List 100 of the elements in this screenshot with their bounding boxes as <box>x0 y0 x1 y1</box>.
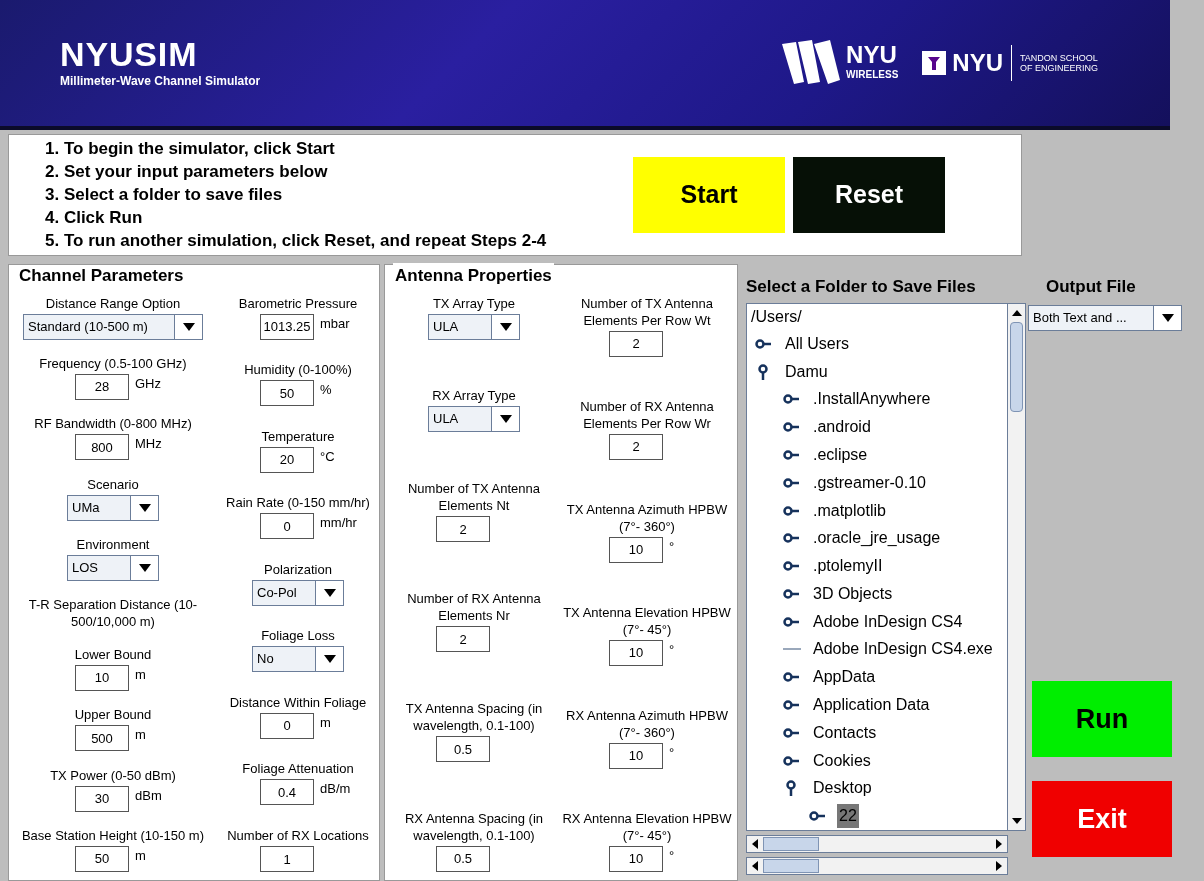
caret-icon <box>138 564 151 572</box>
expanded-node-icon[interactable] <box>755 363 771 380</box>
tree-item[interactable]: All Users <box>783 331 851 356</box>
dropdown[interactable]: Standard (10-500 m) <box>23 313 203 340</box>
tree-item[interactable]: Cookies <box>811 748 873 773</box>
number-field[interactable]: 1013.25 <box>260 313 314 340</box>
logo-name: NYU <box>846 43 898 68</box>
number-field[interactable]: 2 <box>609 433 663 460</box>
tree-item[interactable]: .android <box>811 415 873 440</box>
field-label: Foliage Attenuation <box>241 760 355 778</box>
vertical-scrollbar[interactable] <box>1007 304 1025 830</box>
unit-label: ° <box>669 537 676 556</box>
tree-root[interactable]: /Users/ <box>751 304 1007 330</box>
number-field[interactable]: 0.4 <box>260 779 314 806</box>
caret-icon <box>138 503 151 512</box>
number-field[interactable]: 2 <box>436 516 490 543</box>
field-label: Number of RX Antenna Elements Per Row Wr <box>579 397 715 432</box>
number-field[interactable]: 50 <box>260 380 314 407</box>
number-field[interactable]: 10 <box>609 536 663 563</box>
field-label: TX Antenna Spacing (in wavelength, 0.1-100) <box>404 700 544 735</box>
instruction-step: 5. To run another simulation, click Reset, and repeat Steps 2-4 <box>45 229 547 252</box>
number-field[interactable]: 0 <box>260 513 314 540</box>
exit-button[interactable]: Exit <box>1032 781 1172 857</box>
tree-item[interactable]: .InstallAnywhere <box>811 387 933 412</box>
tree-item[interactable]: Damu <box>783 359 830 384</box>
field-label: RX Antenna Spacing (in wavelength, 0.1-100) <box>403 809 544 844</box>
number-field[interactable]: 2 <box>609 330 663 357</box>
logo-tagline: TANDON SCHOOL OF ENGINEERING <box>1020 52 1099 73</box>
field-label: TX Antenna Elevation HPBW (7°- 45°) <box>562 603 732 638</box>
tree-item[interactable]: Desktop <box>811 776 874 801</box>
number-field[interactable]: 0.5 <box>436 736 490 763</box>
horizontal-scrollbar[interactable] <box>746 835 1008 853</box>
scrollbar-thumb[interactable] <box>763 859 819 873</box>
tree-item[interactable]: .eclipse <box>811 443 870 467</box>
dropdown[interactable]: Both Text and ... <box>1028 305 1182 331</box>
number-field[interactable]: 10 <box>75 664 129 691</box>
run-button[interactable]: Run <box>1032 681 1172 757</box>
horizontal-scrollbar[interactable] <box>746 857 1008 875</box>
instruction-step: 1. To begin the simulator, click Start <box>45 137 547 160</box>
instruction-step: 3. Select a folder to save files <box>45 183 547 206</box>
caret-icon <box>499 322 512 331</box>
number-field[interactable]: 800 <box>75 434 129 461</box>
tree-item[interactable]: Contacts <box>811 720 879 745</box>
unit-label: % <box>320 381 333 400</box>
number-field[interactable]: 30 <box>75 785 129 812</box>
number-field[interactable]: 1 <box>260 846 314 872</box>
caret-icon <box>1161 314 1174 322</box>
caret-icon <box>323 655 336 664</box>
field-label: Barometric Pressure <box>237 294 359 312</box>
unit-label: dB/m <box>320 780 352 799</box>
tree-item[interactable]: .oracle_jre_usage <box>811 526 943 551</box>
field-label: Distance Range Option <box>44 294 182 312</box>
number-field[interactable]: 0.5 <box>436 845 490 872</box>
number-field[interactable]: 2 <box>436 626 490 653</box>
unit-label: ° <box>669 846 676 865</box>
caret-icon <box>323 588 336 597</box>
number-field[interactable]: 0 <box>260 712 314 739</box>
expanded-node-icon[interactable] <box>783 780 799 797</box>
reset-button[interactable]: Reset <box>793 156 945 233</box>
field-label: Number of RX Locations <box>226 827 370 844</box>
start-button[interactable]: Start <box>633 156 785 233</box>
dropdown[interactable]: LOS <box>67 555 159 581</box>
number-field[interactable]: 20 <box>260 446 314 473</box>
stripes-logo-icon <box>782 39 843 86</box>
field-label: TX Antenna Azimuth HPBW (7°- 360°) <box>565 500 729 535</box>
tree-item[interactable]: .matplotlib <box>811 498 888 523</box>
unit-label: m <box>135 665 147 684</box>
tree-item[interactable]: .ptolemyII <box>811 554 885 579</box>
dropdown[interactable]: Co-Pol <box>252 579 344 606</box>
tree-item[interactable]: .gstreamer-0.10 <box>811 470 928 495</box>
field-label: Number of TX Antenna Elements Per Row Wt <box>580 294 714 329</box>
dropdown[interactable]: No <box>252 646 344 673</box>
dropdown[interactable]: ULA <box>428 313 520 340</box>
scroll-up-icon[interactable] <box>1011 310 1022 316</box>
tree-item[interactable]: AppData <box>811 665 878 690</box>
tree-item[interactable]: Adobe InDesign CS4.exe <box>811 637 995 662</box>
number-field[interactable]: 10 <box>609 639 663 666</box>
scrollbar-thumb[interactable] <box>763 837 819 851</box>
number-field[interactable]: 10 <box>609 845 663 872</box>
scrollbar-thumb[interactable] <box>1010 322 1023 412</box>
field-label: Number of RX Antenna Elements Nr <box>406 590 542 625</box>
number-field[interactable]: 28 <box>75 373 129 400</box>
field-label: Lower Bound <box>73 645 153 663</box>
tree-item[interactable]: 22 <box>837 804 859 829</box>
tree-item[interactable]: 3D Objects <box>811 581 895 606</box>
collapsed-node-icon[interactable] <box>783 447 799 463</box>
logo-name: NYU <box>952 44 1012 81</box>
dropdown[interactable]: ULA <box>428 406 520 433</box>
number-field[interactable]: 10 <box>609 742 663 769</box>
tree-item[interactable]: Application Data <box>811 693 932 718</box>
caret-icon <box>182 322 195 331</box>
scroll-down-icon[interactable] <box>1011 818 1022 824</box>
number-field[interactable]: 50 <box>75 845 129 872</box>
number-field[interactable]: 500 <box>75 725 129 752</box>
field-label: Upper Bound <box>73 706 153 724</box>
field-label: Polarization <box>263 560 333 578</box>
dropdown[interactable]: UMa <box>67 494 159 521</box>
unit-label: ° <box>669 743 676 762</box>
tree-item[interactable]: Adobe InDesign CS4 <box>811 609 965 634</box>
unit-label: m <box>135 726 147 745</box>
